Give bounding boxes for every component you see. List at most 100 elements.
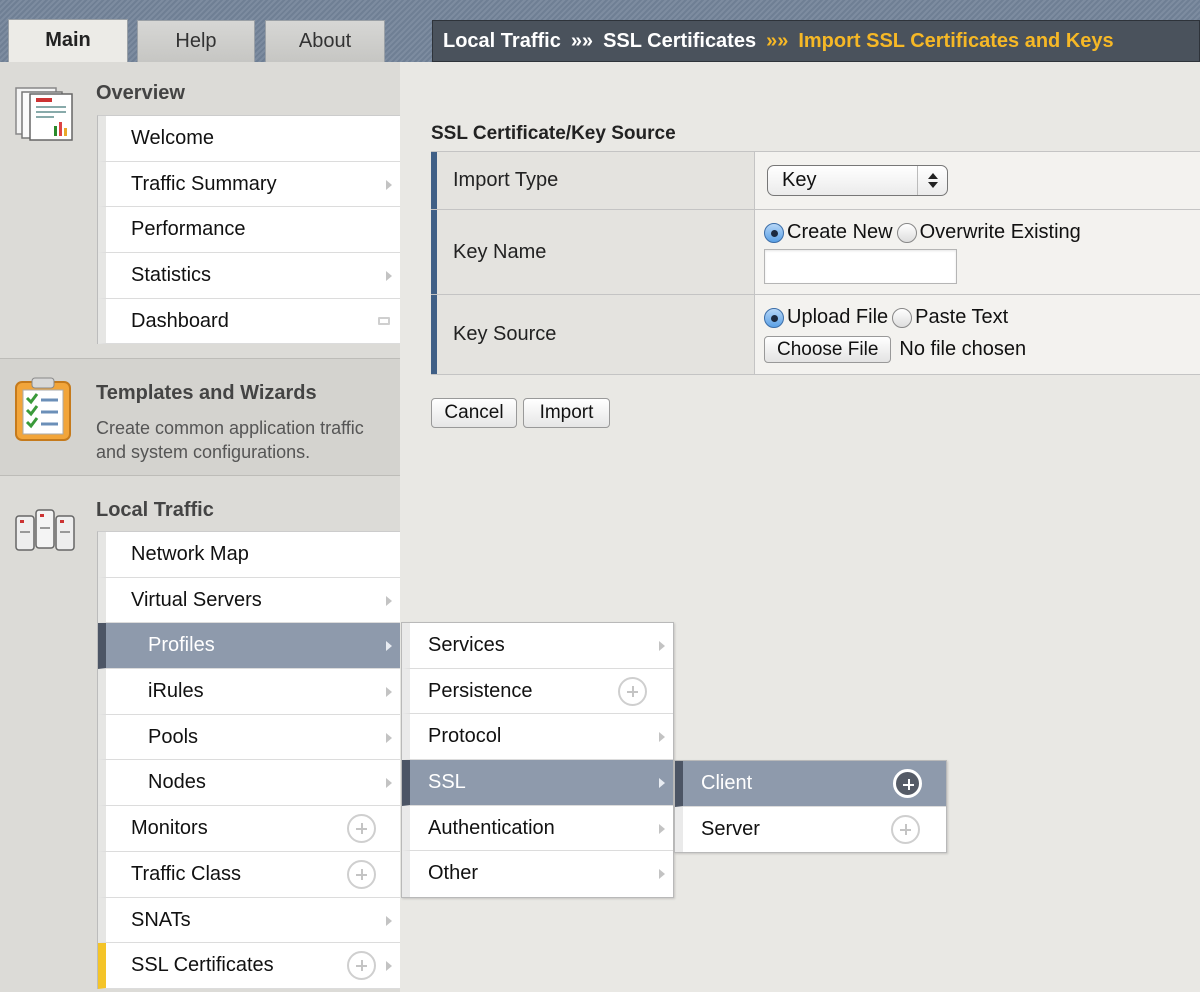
menu-item-snats[interactable]: SNATs <box>98 897 400 944</box>
profiles-flyout-menu: Services Persistence Protocol SSL Authen… <box>401 622 674 899</box>
key-source-value-cell: Upload File Paste Text Choose File No fi… <box>755 295 1200 374</box>
menu-item-label: Virtual Servers <box>131 588 262 611</box>
cancel-button[interactable]: Cancel <box>431 398 517 428</box>
flyout-item-ssl[interactable]: SSL <box>402 760 673 806</box>
paste-text-label[interactable]: Paste Text <box>915 306 1008 329</box>
key-name-row: Key Name Create New Overwrite Existing <box>431 210 1200 295</box>
overwrite-existing-radio[interactable] <box>896 222 917 243</box>
breadcrumb-local-traffic[interactable]: Local Traffic <box>443 30 561 52</box>
add-client-profile-plus-icon[interactable] <box>893 769 922 798</box>
local-traffic-title: Local Traffic <box>96 499 214 521</box>
chevron-right-icon <box>659 778 665 789</box>
add-server-profile-plus-icon[interactable] <box>891 814 920 844</box>
import-type-row: Import Type Key <box>431 152 1200 210</box>
breadcrumb-ssl-certificates[interactable]: SSL Certificates <box>603 30 756 52</box>
overview-menu: Welcome Traffic Summary Performance Stat… <box>97 115 400 345</box>
chevron-right-icon <box>659 641 665 651</box>
sidebar: Overview Welcome Traffic Summary Perform… <box>0 62 400 992</box>
chevron-right-icon <box>659 823 665 834</box>
tab-main[interactable]: Main <box>8 19 128 63</box>
flyout-item-client[interactable]: Client <box>675 761 946 807</box>
flyout-item-protocol[interactable]: Protocol <box>402 714 673 761</box>
overview-report-icon <box>15 87 73 141</box>
chevron-right-icon <box>386 732 392 743</box>
templates-title[interactable]: Templates and Wizards <box>96 382 317 405</box>
flyout-item-authentication[interactable]: Authentication <box>402 805 673 852</box>
menu-item-label: Nodes <box>148 771 206 794</box>
menu-item-traffic-summary[interactable]: Traffic Summary <box>98 161 400 208</box>
choose-file-button[interactable]: Choose File <box>764 336 892 363</box>
menu-item-traffic-class[interactable]: Traffic Class <box>98 851 400 898</box>
chevron-right-icon <box>386 271 392 282</box>
create-new-label[interactable]: Create New <box>787 221 893 244</box>
menu-item-label: Traffic Class <box>131 862 242 885</box>
tab-about[interactable]: About <box>265 20 385 62</box>
menu-item-label: Welcome <box>131 127 214 149</box>
key-name-value-cell: Create New Overwrite Existing <box>755 210 1200 294</box>
form-section-title: SSL Certificate/Key Source <box>431 123 676 144</box>
menu-item-pools[interactable]: Pools <box>98 714 400 761</box>
flyout-item-label: Services <box>428 634 505 656</box>
import-type-select[interactable]: Key <box>767 165 948 196</box>
chevron-right-icon <box>386 595 392 606</box>
menu-item-virtual-servers[interactable]: Virtual Servers <box>98 577 400 624</box>
key-source-row: Key Source Upload File Paste Text Choose… <box>431 295 1200 375</box>
add-ssl-certificate-plus-icon[interactable] <box>347 951 376 981</box>
add-persistence-plus-icon[interactable] <box>618 676 647 706</box>
chevron-right-icon <box>386 179 392 190</box>
key-name-input[interactable] <box>764 249 957 284</box>
flyout-item-persistence[interactable]: Persistence <box>402 668 673 715</box>
breadcrumb-separator: »» <box>570 30 594 52</box>
menu-item-ssl-certificates[interactable]: SSL Certificates <box>98 943 400 989</box>
import-button[interactable]: Import <box>523 398 610 428</box>
menu-item-irules[interactable]: iRules <box>98 669 400 715</box>
menu-item-network-map[interactable]: Network Map <box>98 532 400 578</box>
flyout-item-label: Client <box>701 772 753 794</box>
flyout-item-other[interactable]: Other <box>402 851 673 898</box>
menu-item-dashboard[interactable]: Dashboard <box>98 298 400 345</box>
select-up-down-arrows-icon <box>917 166 947 195</box>
menu-item-monitors[interactable]: Monitors <box>98 806 400 852</box>
key-source-label: Key Source <box>431 295 755 374</box>
menu-item-welcome[interactable]: Welcome <box>98 116 400 162</box>
key-source-radio-group: Upload File Paste Text <box>764 306 1008 329</box>
menu-item-performance[interactable]: Performance <box>98 207 400 254</box>
menu-item-label: SSL Certificates <box>131 954 274 977</box>
flyout-item-label: Authentication <box>428 816 555 839</box>
chevron-right-icon <box>659 869 665 880</box>
menu-item-label: Statistics <box>131 264 212 287</box>
chevron-right-icon <box>386 641 392 652</box>
flyout-item-label: Persistence <box>428 679 533 702</box>
paste-text-radio[interactable] <box>892 307 913 328</box>
flyout-item-services[interactable]: Services <box>402 623 673 669</box>
chevron-right-icon <box>386 687 392 698</box>
key-name-radio-group: Create New Overwrite Existing <box>764 221 1081 244</box>
menu-item-label: Monitors <box>131 817 208 840</box>
upload-file-radio[interactable] <box>764 307 784 328</box>
import-type-label: Import Type <box>431 152 755 209</box>
overwrite-existing-label[interactable]: Overwrite Existing <box>920 221 1081 244</box>
tab-help[interactable]: Help <box>137 20 255 62</box>
add-traffic-class-plus-icon[interactable] <box>347 859 376 889</box>
add-monitor-plus-icon[interactable] <box>347 814 376 844</box>
menu-item-label: Profiles <box>148 634 215 657</box>
flyout-item-label: Other <box>428 862 479 885</box>
menu-item-label: Dashboard <box>131 309 229 332</box>
menu-item-nodes[interactable]: Nodes <box>98 760 400 807</box>
templates-description: Create common application traffic and sy… <box>96 418 364 462</box>
clipboard-checklist-icon <box>15 377 71 441</box>
create-new-radio[interactable] <box>764 222 784 243</box>
chevron-right-icon <box>386 961 392 972</box>
file-status-text: No file chosen <box>899 338 1027 360</box>
import-type-value-cell: Key <box>755 152 1200 209</box>
certificate-key-source-table: Import Type Key Key Name Create New Over… <box>431 151 1200 375</box>
breadcrumb-current-page: Import SSL Certificates and Keys <box>798 30 1114 52</box>
breadcrumb: Local Traffic »» SSL Certificates »» Import … <box>432 20 1200 62</box>
upload-file-label[interactable]: Upload File <box>787 306 888 329</box>
chevron-right-icon <box>386 915 392 926</box>
chevron-right-icon <box>659 732 665 743</box>
flyout-item-server[interactable]: Server <box>675 806 946 853</box>
menu-item-statistics[interactable]: Statistics <box>98 253 400 299</box>
menu-item-profiles[interactable]: Profiles <box>98 623 400 670</box>
menu-item-label: SNATs <box>131 908 191 931</box>
